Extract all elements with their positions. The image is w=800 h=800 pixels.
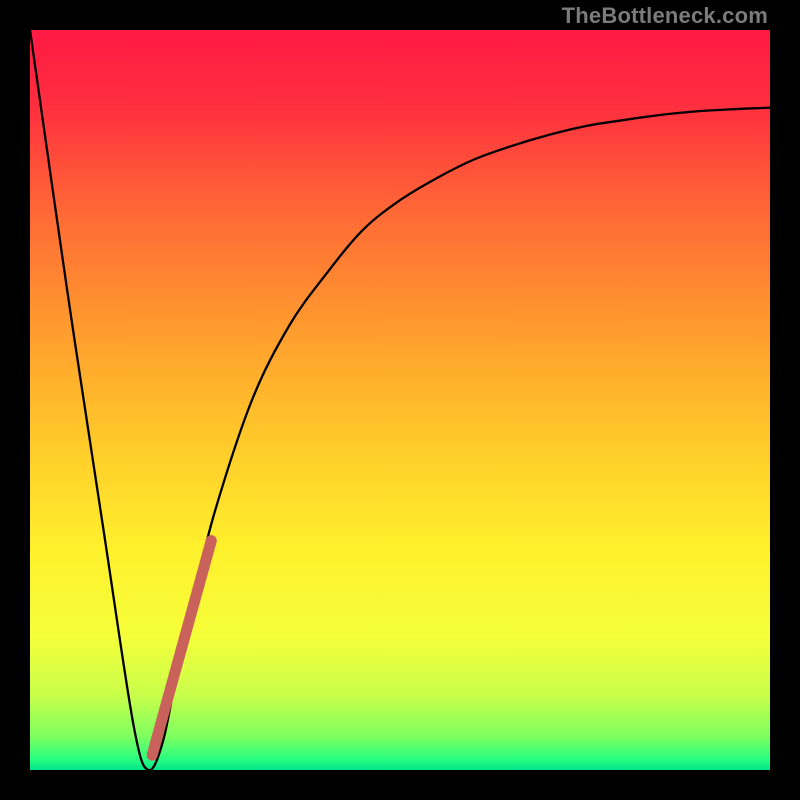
- highlight-segment: [152, 541, 211, 756]
- bottleneck-curve: [30, 30, 770, 770]
- curve-layer: [30, 30, 770, 770]
- chart-frame: TheBottleneck.com: [0, 0, 800, 800]
- watermark: TheBottleneck.com: [562, 3, 768, 29]
- plot-area: [30, 30, 770, 770]
